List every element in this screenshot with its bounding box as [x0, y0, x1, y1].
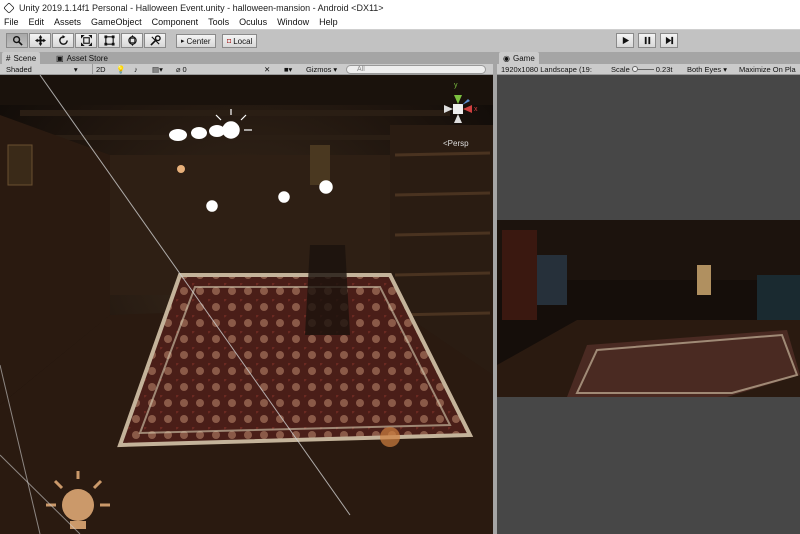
image-effects-icon: ▤▾ — [152, 65, 163, 74]
pivot-label: Center — [186, 36, 211, 46]
eye-slash-icon: ⌀ — [176, 65, 181, 74]
shading-mode-label: Shaded — [6, 65, 32, 74]
maximize-on-play-toggle[interactable]: Maximize On Pla — [739, 64, 796, 75]
transform-icon — [127, 35, 137, 46]
persp-text: Persp — [447, 139, 469, 148]
scale-tool-button[interactable] — [75, 33, 97, 48]
hand-tool-button[interactable] — [6, 33, 28, 48]
resolution-dropdown[interactable]: 1920x1080 Landscape (19: — [501, 64, 592, 75]
menu-tools[interactable]: Tools — [208, 17, 229, 27]
gizmo-y-label: y — [454, 82, 458, 89]
menu-gameobject[interactable]: GameObject — [91, 17, 142, 27]
menu-edit[interactable]: Edit — [29, 17, 45, 27]
scene-viewport[interactable]: y x <Persp — [0, 75, 493, 534]
mode-2d-label: 2D — [96, 65, 106, 74]
step-button[interactable] — [660, 33, 678, 48]
search-placeholder: All — [357, 66, 365, 73]
effects-dropdown[interactable]: ▤▾ — [152, 64, 163, 75]
rect-tool-button[interactable] — [98, 33, 120, 48]
play-button[interactable] — [616, 33, 634, 48]
rotate-tool-button[interactable] — [52, 33, 74, 48]
eyes-dropdown[interactable]: Both Eyes ▾ — [687, 64, 727, 75]
tab-scene[interactable]: # Scene — [2, 52, 41, 64]
gizmo-x-label: x — [474, 106, 478, 113]
pause-icon — [644, 36, 650, 45]
move-arrows-icon — [34, 35, 46, 46]
camera-dropdown[interactable]: ■▾ — [284, 64, 292, 75]
maximize-label: Maximize On Pla — [739, 65, 796, 74]
pivot-icon: ▸ — [181, 38, 185, 45]
scene-control-bar: Shaded ▾ 2D 💡 ♪ ▤▾ ⌀ 0 ✕ ■▾ Gizmos ▾ All — [0, 64, 493, 75]
unity-logo-icon — [3, 1, 15, 14]
speaker-icon: ♪ — [134, 65, 138, 74]
gizmos-label: Gizmos — [306, 65, 332, 74]
game-tab-row: ◉ Game — [497, 52, 800, 64]
local-space-icon: ◘ — [227, 37, 232, 45]
scale-slider[interactable]: Scale 0.23t — [611, 64, 672, 75]
menu-window[interactable]: Window — [277, 17, 309, 27]
tab-scene-label: Scene — [13, 53, 37, 63]
custom-tool-button[interactable] — [144, 33, 166, 48]
shading-mode-dropdown[interactable]: Shaded ▾ — [6, 64, 78, 75]
main-toolbar: ▸ Center ◘ Local — [0, 30, 800, 52]
perspective-label[interactable]: <Persp — [443, 139, 469, 148]
pause-button[interactable] — [638, 33, 656, 48]
scale-value: 0.23t — [655, 65, 673, 74]
game-viewport[interactable] — [497, 75, 800, 534]
play-icon — [622, 36, 629, 45]
chevron-down-icon: ▾ — [73, 65, 78, 74]
asset-store-icon: ▣ — [56, 53, 64, 63]
game-tab-icon: ◉ — [503, 53, 510, 63]
pivot-local-toggle[interactable]: ◘ Local — [222, 34, 258, 48]
space-label: Local — [233, 36, 253, 46]
mode-2d-toggle[interactable]: 2D — [92, 64, 106, 75]
scale-slider-track[interactable] — [631, 66, 654, 72]
scale-icon — [80, 35, 92, 46]
tab-asset-store[interactable]: ▣ Asset Store — [52, 52, 112, 64]
transform-tool-button[interactable] — [121, 33, 143, 48]
wrench-icon — [149, 35, 161, 46]
gizmo-count: 0 — [182, 65, 187, 74]
move-tool-button[interactable] — [29, 33, 51, 48]
tools-cross-icon: ✕ — [264, 65, 271, 74]
eyes-label: Both Eyes — [687, 65, 722, 74]
menu-oculus[interactable]: Oculus — [239, 17, 267, 27]
gizmos-dropdown[interactable]: Gizmos ▾ — [306, 64, 337, 75]
scene-tab-row: # Scene ▣ Asset Store — [0, 52, 493, 64]
chevron-down-icon: ▾ — [333, 65, 338, 74]
scene-search-input[interactable]: All — [346, 65, 486, 74]
chevron-down-icon: ▾ — [723, 65, 727, 74]
scene-tab-icon: # — [6, 53, 11, 63]
menu-help[interactable]: Help — [319, 17, 338, 27]
search-icon — [12, 35, 23, 46]
rotate-icon — [58, 35, 68, 45]
tab-game-label: Game — [512, 53, 535, 63]
menu-file[interactable]: File — [4, 17, 19, 27]
tab-game[interactable]: ◉ Game — [499, 52, 539, 64]
menu-component[interactable]: Component — [152, 17, 199, 27]
audio-toggle[interactable]: ♪ — [134, 64, 138, 75]
resolution-label: 1920x1080 Landscape (19: — [501, 65, 592, 74]
hidden-objects-toggle[interactable]: ⌀ 0 — [176, 64, 187, 75]
pivot-center-toggle[interactable]: ▸ Center — [176, 34, 216, 48]
scene-render[interactable]: y x — [0, 75, 493, 534]
scale-slider-thumb[interactable] — [631, 66, 638, 72]
scene-tools-toggle[interactable]: ✕ — [264, 64, 270, 75]
title-bar: Unity 2019.1.14f1 Personal - Halloween E… — [0, 0, 800, 15]
scale-label: Scale — [611, 65, 630, 74]
window-title: Unity 2019.1.14f1 Personal - Halloween E… — [19, 2, 384, 13]
game-render — [497, 220, 800, 397]
tab-asset-store-label: Asset Store — [66, 53, 108, 63]
lighting-toggle[interactable]: 💡 — [116, 64, 125, 75]
menu-bar: File Edit Assets GameObject Component To… — [0, 15, 800, 30]
step-icon — [665, 36, 673, 45]
game-control-bar: 1920x1080 Landscape (19: Scale 0.23t Bot… — [497, 64, 800, 75]
menu-assets[interactable]: Assets — [54, 17, 81, 27]
lightbulb-icon: 💡 — [116, 65, 126, 74]
camera-icon: ■▾ — [284, 65, 293, 74]
rect-transform-icon — [103, 35, 115, 46]
